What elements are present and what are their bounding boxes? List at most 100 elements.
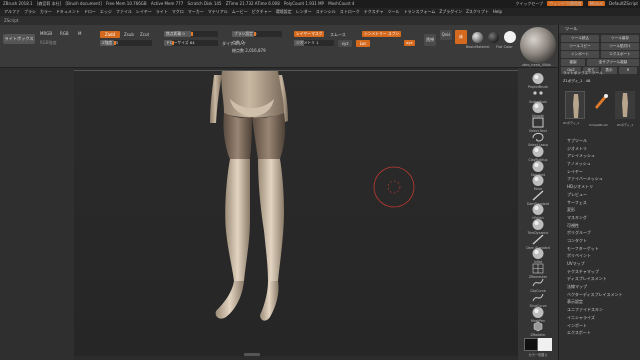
zadd-button[interactable]: Zadd (100, 31, 120, 38)
zcut-button[interactable]: Zcut (140, 32, 149, 37)
tool-button-3[interactable]: ツール貼付け (601, 43, 639, 50)
subpalette-item-14[interactable]: モーフターゲット (567, 245, 639, 253)
menu-item-7[interactable]: レイヤー (136, 9, 152, 14)
perspective-button[interactable]: 透視 (424, 34, 436, 46)
subpalette-item-15[interactable]: ポリペイント (567, 252, 639, 260)
subpalette-item-6[interactable]: HDジオメトリ (567, 183, 639, 191)
gradient-sphere[interactable] (488, 32, 499, 43)
menu-item-4[interactable]: ドロー (84, 9, 96, 14)
menu-item-5[interactable]: エッジ (100, 9, 112, 14)
subpalette-item-18[interactable]: ディスプレイスメント (567, 275, 639, 283)
tool-button-0[interactable]: ツール読込 (561, 35, 599, 42)
tool-name[interactable]: Z1ボディ_1 . 48 (563, 79, 590, 84)
menu-item-8[interactable]: ライト (156, 9, 168, 14)
flat-color-sphere[interactable] (504, 31, 516, 43)
subpalette-item-21[interactable]: 表示設定 (567, 298, 639, 306)
menu-item-18[interactable]: テクスチャ (364, 9, 384, 14)
rgb-label[interactable]: RGB (60, 31, 69, 36)
lightbox-button[interactable]: ライトボックス (3, 34, 35, 44)
focal-shift-slider[interactable]: 焦点距離 0 (164, 31, 218, 37)
z-intensity-slider[interactable]: Z強度 25 (100, 40, 152, 46)
subpalette-item-24[interactable]: インポート (567, 322, 639, 330)
menu-item-9[interactable]: マクロ (172, 9, 184, 14)
qvis-button[interactable]: Qvis (440, 30, 452, 40)
xyz-active[interactable]: xyz (404, 40, 415, 46)
menu-item-17[interactable]: ストローク (340, 9, 360, 14)
quicksave-button[interactable]: クイックセーブ (515, 1, 543, 6)
subpalette-item-5[interactable]: ファイバーメッシュ (567, 175, 639, 183)
tool-thumb-body[interactable] (565, 91, 585, 119)
material-sphere[interactable] (472, 32, 483, 43)
subpalette-item-2[interactable]: アレイメッシュ (567, 152, 639, 160)
smooth-toggle[interactable]: スムース (330, 32, 346, 38)
transparency-button[interactable]: ウィンドウ透明度 (547, 1, 584, 6)
subpalette-item-22[interactable]: ユニファイドスキン (567, 306, 639, 314)
tool-button-5[interactable]: エクスポート (601, 51, 639, 58)
draw-size-slider[interactable]: ドローサイズ 64 (164, 40, 218, 46)
subdivision-slider[interactable]: ジオメトリ 1 (294, 40, 334, 46)
default-zscript-button[interactable]: DefaultZScript (609, 1, 638, 6)
subpalette-item-20[interactable]: ベクターディスプレイスメント (567, 291, 639, 299)
floor-button[interactable]: 床 (455, 30, 467, 44)
menu-item-0[interactable]: アルファ (4, 9, 20, 14)
head-preview[interactable] (520, 27, 556, 63)
tool-button-1[interactable]: ツール保存 (601, 35, 639, 42)
tool-thumb-body-2[interactable] (615, 91, 635, 119)
brush-button-17[interactable]: ZModeler (522, 320, 554, 340)
brush-setting-slider[interactable]: ブラシ設定 0 (232, 31, 282, 37)
subpalette-item-4[interactable]: レイヤー (567, 168, 639, 176)
menu-item-6[interactable]: ファイル (116, 9, 132, 14)
tool-button-2[interactable]: ツールコピー (561, 43, 599, 50)
subpalette-item-13[interactable]: コンタクト (567, 237, 639, 245)
tool-button-4[interactable]: インポート (561, 51, 599, 58)
subpalette-item-9[interactable]: 変形 (567, 206, 639, 214)
subpalette-item-3[interactable]: ナノメッシュ (567, 160, 639, 168)
subpalette-item-23[interactable]: イニシャライズ (567, 314, 639, 322)
menu-item-11[interactable]: マテリアル (208, 9, 228, 14)
tool-button-10[interactable]: 表示 (601, 67, 617, 74)
switch-color-label[interactable]: カラー切替え (518, 352, 558, 357)
menu-item-21[interactable]: Zプラグイン (439, 9, 462, 14)
tool-button-7[interactable]: 全サブツール複製 (587, 59, 639, 66)
menu-item-23[interactable]: Help (493, 9, 502, 14)
menu-item-19[interactable]: ツール (388, 9, 400, 14)
layer-mask-button[interactable]: レイヤーマスク (294, 31, 325, 37)
subpalette-item-8[interactable]: サーフェス (567, 199, 639, 207)
subpalette-item-16[interactable]: UVマップ (567, 260, 639, 268)
zsub-button[interactable]: Zsub (124, 32, 134, 37)
subpalette-item-25[interactable]: エクスポート (567, 329, 639, 337)
subpalette-item-17[interactable]: テクスチャマップ (567, 268, 639, 276)
menu-item-3[interactable]: ドキュメント (56, 9, 80, 14)
menus-button[interactable]: Menus (587, 1, 605, 6)
simple-brush-icon[interactable] (591, 91, 611, 111)
menu-item-1[interactable]: ブラシ (24, 9, 36, 14)
legs-model[interactable] (74, 71, 518, 357)
tool-button-6[interactable]: 複製 (561, 59, 585, 66)
tool-panel-title[interactable]: ツール (559, 25, 640, 33)
lightbox-tool-button[interactable]: ライトボックス › ツール (563, 71, 603, 76)
menu-item-12[interactable]: ムービー (232, 9, 248, 14)
menu-item-16[interactable]: ステンシル (316, 9, 336, 14)
subpalette-item-11[interactable]: 可視性 (567, 222, 639, 230)
subpalette-item-0[interactable]: サブツール (567, 137, 639, 145)
menu-item-20[interactable]: トランスフォーム (404, 9, 436, 14)
local-button[interactable]: Loc (356, 40, 370, 47)
symmetry-button[interactable]: シンメトリー スプシ (362, 31, 402, 37)
mrgb-label[interactable]: MRGB (40, 31, 52, 36)
tool-button-11[interactable]: R (619, 67, 637, 74)
subpalette-item-12[interactable]: ポリグループ (567, 229, 639, 237)
menu-item-22[interactable]: Zスクリプト (466, 9, 489, 14)
subpalette-item-19[interactable]: 法線マップ (567, 283, 639, 291)
horizontal-scrollbar[interactable] (244, 353, 260, 356)
xyz-button[interactable]: xyz (338, 40, 352, 47)
document-canvas[interactable] (74, 70, 518, 356)
menu-item-15[interactable]: レンダー (296, 9, 312, 14)
menu-item-2[interactable]: カラー (40, 9, 52, 14)
subpalette-item-10[interactable]: マスキング (567, 214, 639, 222)
m-label[interactable]: M (78, 31, 81, 36)
subpalette-item-1[interactable]: ジオメトリ (567, 145, 639, 153)
menu-item-14[interactable]: 環境設定 (276, 9, 292, 14)
viewport[interactable] (74, 68, 518, 360)
menu-item-10[interactable]: マーカー (188, 9, 204, 14)
subpalette-item-7[interactable]: プレビュー (567, 191, 639, 199)
